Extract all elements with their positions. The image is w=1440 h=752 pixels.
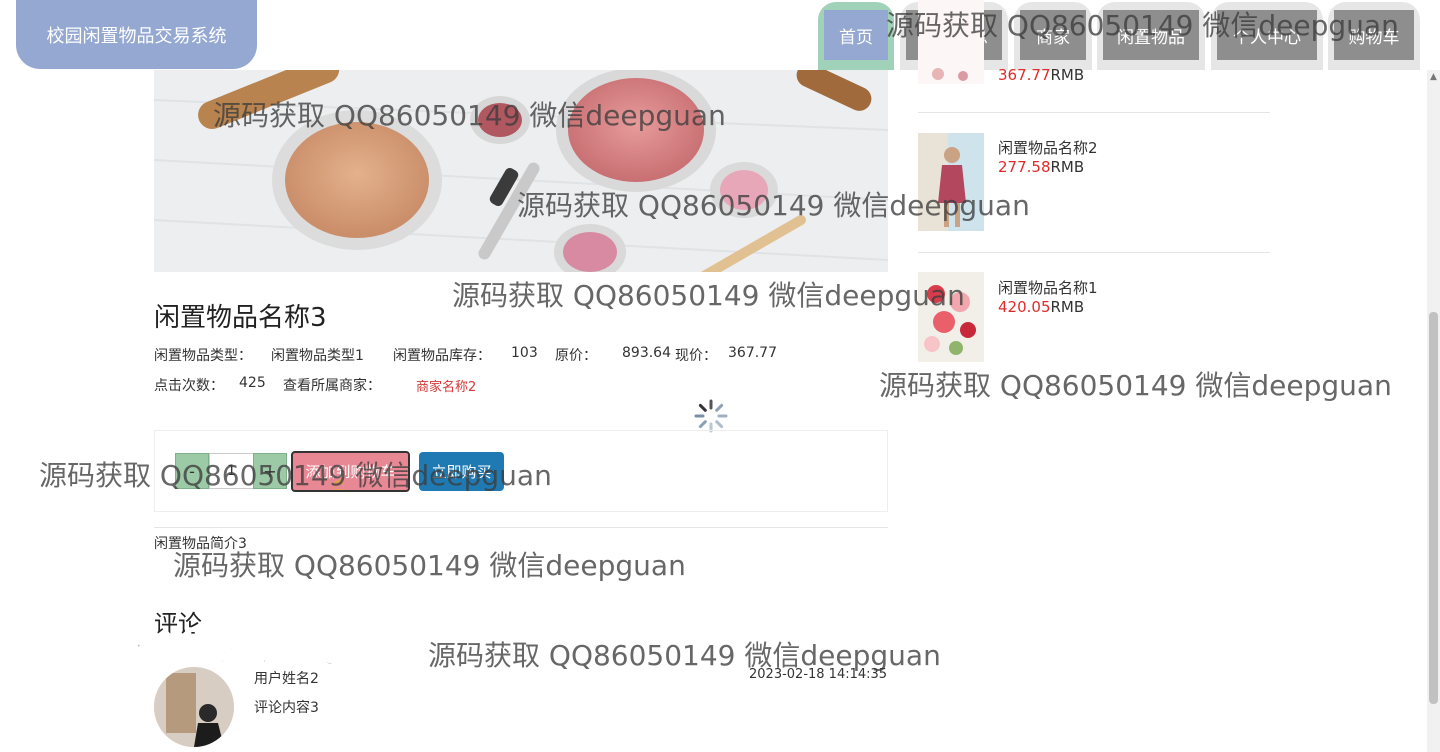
site-logo[interactable]: 校园闲置物品交易系统 bbox=[16, 0, 257, 69]
watermark: 源码获取 QQ86050149 微信deepguan bbox=[879, 369, 1392, 402]
nav-home[interactable]: 首页 bbox=[818, 2, 894, 70]
watermark: 源码获取 QQ86050149 微信deepguan bbox=[886, 9, 1399, 42]
orig-price-value: 893.64 bbox=[622, 345, 671, 361]
merchant-label: 查看所属商家： bbox=[283, 378, 381, 394]
promo-watermark: 专业毕业设计代做 bbox=[49, 625, 378, 673]
related-divider bbox=[918, 252, 1270, 253]
watermark: 源码获取 QQ86050149 微信deepguan bbox=[452, 279, 965, 312]
related-name[interactable]: 闲置物品名称2 bbox=[998, 137, 1098, 158]
loading-spinner-icon bbox=[693, 398, 729, 434]
watermark: 源码获取 QQ86050149 微信deepguan bbox=[213, 99, 726, 132]
orig-price-label: 原价： bbox=[555, 348, 597, 364]
clicks-label: 点击次数： bbox=[154, 378, 224, 394]
product-title: 闲置物品名称3 bbox=[154, 303, 327, 333]
scrollbar-thumb[interactable] bbox=[1429, 312, 1438, 704]
related-divider bbox=[918, 112, 1270, 113]
related-price: 367.77RMB bbox=[998, 66, 1085, 84]
scroll-up-icon[interactable]: ▲ bbox=[1427, 72, 1440, 86]
related-name[interactable]: 闲置物品名称1 bbox=[998, 277, 1098, 298]
product-stock-label: 闲置物品库存： bbox=[393, 348, 491, 364]
related-price: 420.05RMB bbox=[998, 298, 1085, 316]
price-label: 现价： bbox=[675, 348, 717, 364]
site-title: 校园闲置物品交易系统 bbox=[46, 25, 227, 47]
avatar bbox=[154, 667, 234, 747]
watermark: 源码获取 QQ86050149 微信deepguan bbox=[517, 189, 1030, 222]
clicks-value: 425 bbox=[239, 375, 266, 391]
related-price: 277.58RMB bbox=[998, 158, 1085, 176]
product-type-label: 闲置物品类型： bbox=[154, 348, 252, 364]
product-type-value: 闲置物品类型1 bbox=[271, 348, 364, 364]
nav-label: 首页 bbox=[824, 10, 888, 60]
product-stock-value: 103 bbox=[511, 345, 538, 361]
merchant-link[interactable]: 商家名称2 bbox=[416, 376, 476, 395]
section-divider bbox=[154, 527, 888, 528]
comment-content: 评论内容3 bbox=[254, 700, 319, 716]
watermark: 源码获取 QQ86050149 微信deepguan bbox=[428, 639, 941, 672]
price-value: 367.77 bbox=[728, 345, 777, 361]
watermark: 源码获取 QQ86050149 微信deepguan bbox=[173, 549, 686, 582]
watermark: 源码获取 QQ86050149 微信deepguan bbox=[39, 459, 552, 492]
